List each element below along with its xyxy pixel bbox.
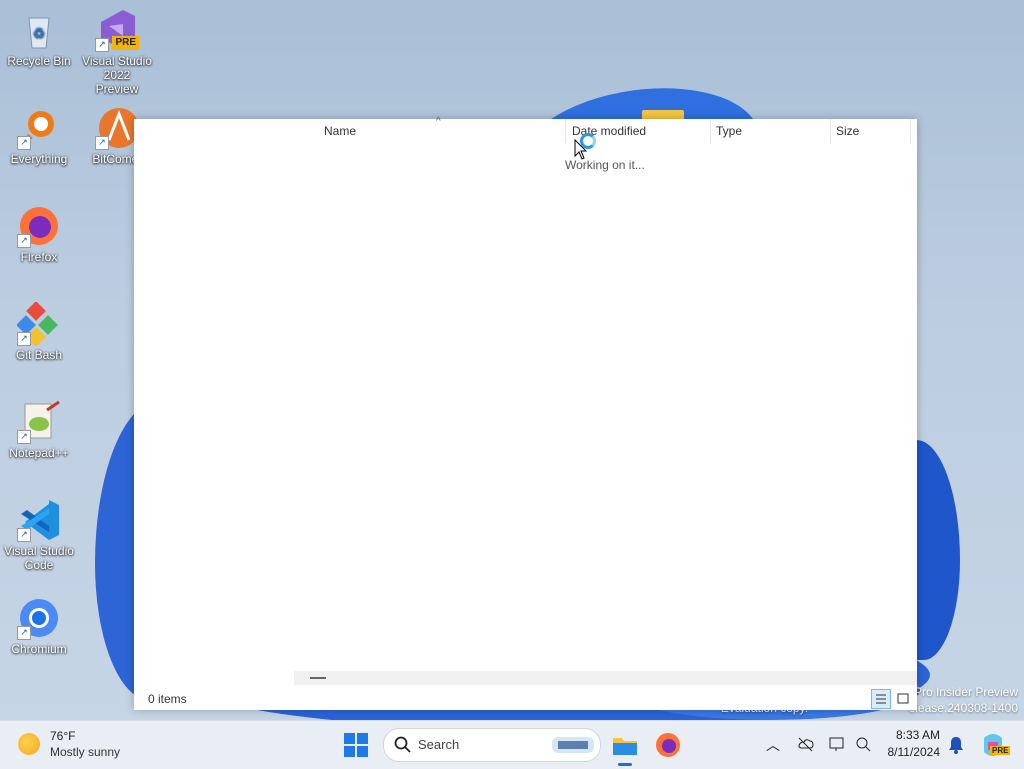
desktop-icon-chromium[interactable]: ↗ Chromium <box>3 596 75 656</box>
shortcut-arrow-icon: ↗ <box>17 332 31 346</box>
display-icon[interactable] <box>828 735 846 753</box>
search-placeholder: Search <box>418 737 460 752</box>
vscode-icon: ↗ <box>17 498 61 542</box>
desktop-icon-label: Recycle Bin <box>7 54 71 68</box>
details-view-button[interactable] <box>871 689 891 709</box>
file-explorer-window[interactable]: ^ Name Date modified Type Size Working o… <box>134 116 917 710</box>
partly-sunny-icon <box>18 733 40 755</box>
desktop-icon-recycle-bin[interactable]: ♻ Recycle Bin <box>3 8 75 68</box>
watermark-line: elease.240308-1400 <box>908 701 1018 715</box>
firefox-icon: ↗ <box>17 204 61 248</box>
recycle-bin-icon: ♻ <box>17 8 61 52</box>
desktop-icon-firefox[interactable]: ↗ Firefox <box>3 204 75 264</box>
shortcut-arrow-icon: ↗ <box>17 626 31 640</box>
details-view-icon <box>876 694 886 704</box>
git-bash-icon: ↗ <box>16 301 61 347</box>
column-divider[interactable] <box>830 119 831 143</box>
desktop-icon-everything[interactable]: ↗ Everything <box>3 106 75 166</box>
desktop-icon-visual-studio-code[interactable]: ↗ Visual Studio Code <box>3 498 75 572</box>
horizontal-scrollbar[interactable] <box>294 671 917 685</box>
everything-search-icon: ↗ <box>17 106 61 150</box>
weather-description: Mostly sunny <box>50 745 121 759</box>
large-icons-view-button[interactable] <box>893 689 913 709</box>
column-divider[interactable] <box>710 119 711 143</box>
clock-time: 8:33 AM <box>895 728 940 742</box>
onedrive-offline-icon[interactable] <box>796 735 814 753</box>
watermark-line: Pro Insider Preview <box>913 685 1018 699</box>
scrollbar-thumb[interactable] <box>310 677 326 679</box>
running-indicator <box>618 763 632 766</box>
desktop-icon-notepad-plus-plus[interactable]: ↗ Notepad++ <box>3 400 75 460</box>
svg-text:♻: ♻ <box>33 25 46 41</box>
taskbar-search-box[interactable]: Search <box>383 728 601 762</box>
taskbar: 76°F Mostly sunny Search ︿ 8:33 AM 8/11/… <box>0 720 1024 769</box>
firefox-icon <box>656 733 680 757</box>
desktop-icon-label: Notepad++ <box>9 446 69 460</box>
taskbar-clock[interactable]: 8:33 AM 8/11/2024 <box>880 727 941 761</box>
shortcut-arrow-icon: ↗ <box>17 430 31 444</box>
search-icon <box>394 736 411 753</box>
copilot-button[interactable]: PRE <box>980 732 1011 758</box>
desktop-icon-label: Git Bash <box>15 348 63 362</box>
chromium-icon: ↗ <box>17 596 61 640</box>
mouse-cursor-icon <box>574 139 588 160</box>
file-explorer-icon <box>613 738 637 755</box>
network-disconnected-icon[interactable] <box>854 735 872 753</box>
show-hidden-icons-chevron-icon[interactable]: ︿ <box>766 735 780 755</box>
column-header-size[interactable]: Size <box>836 124 859 138</box>
bitcomet-icon: ↗ <box>95 106 139 150</box>
item-count: 0 items <box>148 692 187 706</box>
desktop-icon-label: Chromium <box>11 642 67 656</box>
desktop-icon-label: Firefox <box>20 250 58 264</box>
shortcut-arrow-icon: ↗ <box>17 136 31 150</box>
desktop-icon-visual-studio-2022-preview[interactable]: PRE ↗ Visual Studio 2022 Preview <box>81 8 153 96</box>
taskbar-firefox-button[interactable] <box>652 729 684 761</box>
start-button[interactable] <box>344 733 368 757</box>
desktop-icon-label: Everything <box>10 152 68 166</box>
notification-bell-icon[interactable] <box>948 736 964 754</box>
column-header-type[interactable]: Type <box>716 124 742 138</box>
copilot-pre-badge: PRE <box>990 746 1011 755</box>
search-highlight-illustration-icon <box>552 737 594 753</box>
shortcut-arrow-icon: ↗ <box>95 136 109 150</box>
visual-studio-icon: PRE ↗ <box>95 8 139 52</box>
clock-date: 8/11/2024 <box>887 745 941 759</box>
large-icons-view-icon <box>897 693 909 704</box>
taskbar-file-explorer-button[interactable] <box>609 729 641 766</box>
pre-badge: PRE <box>112 36 139 50</box>
column-divider[interactable] <box>565 119 566 143</box>
desktop-icon-label: Visual Studio 2022 Preview <box>82 54 152 96</box>
column-divider[interactable] <box>910 119 911 143</box>
shortcut-arrow-icon: ↗ <box>17 528 31 542</box>
shortcut-arrow-icon: ↗ <box>17 234 31 248</box>
weather-temperature: 76°F <box>50 729 76 743</box>
desktop-icon-label: Visual Studio Code <box>4 544 74 572</box>
shortcut-arrow-icon: ↗ <box>95 38 109 52</box>
desktop-icon-git-bash[interactable]: ↗ Git Bash <box>3 301 75 362</box>
notepad-plus-plus-icon: ↗ <box>17 400 61 444</box>
column-header-name[interactable]: Name <box>324 124 356 138</box>
sort-ascending-icon: ^ <box>436 116 441 127</box>
